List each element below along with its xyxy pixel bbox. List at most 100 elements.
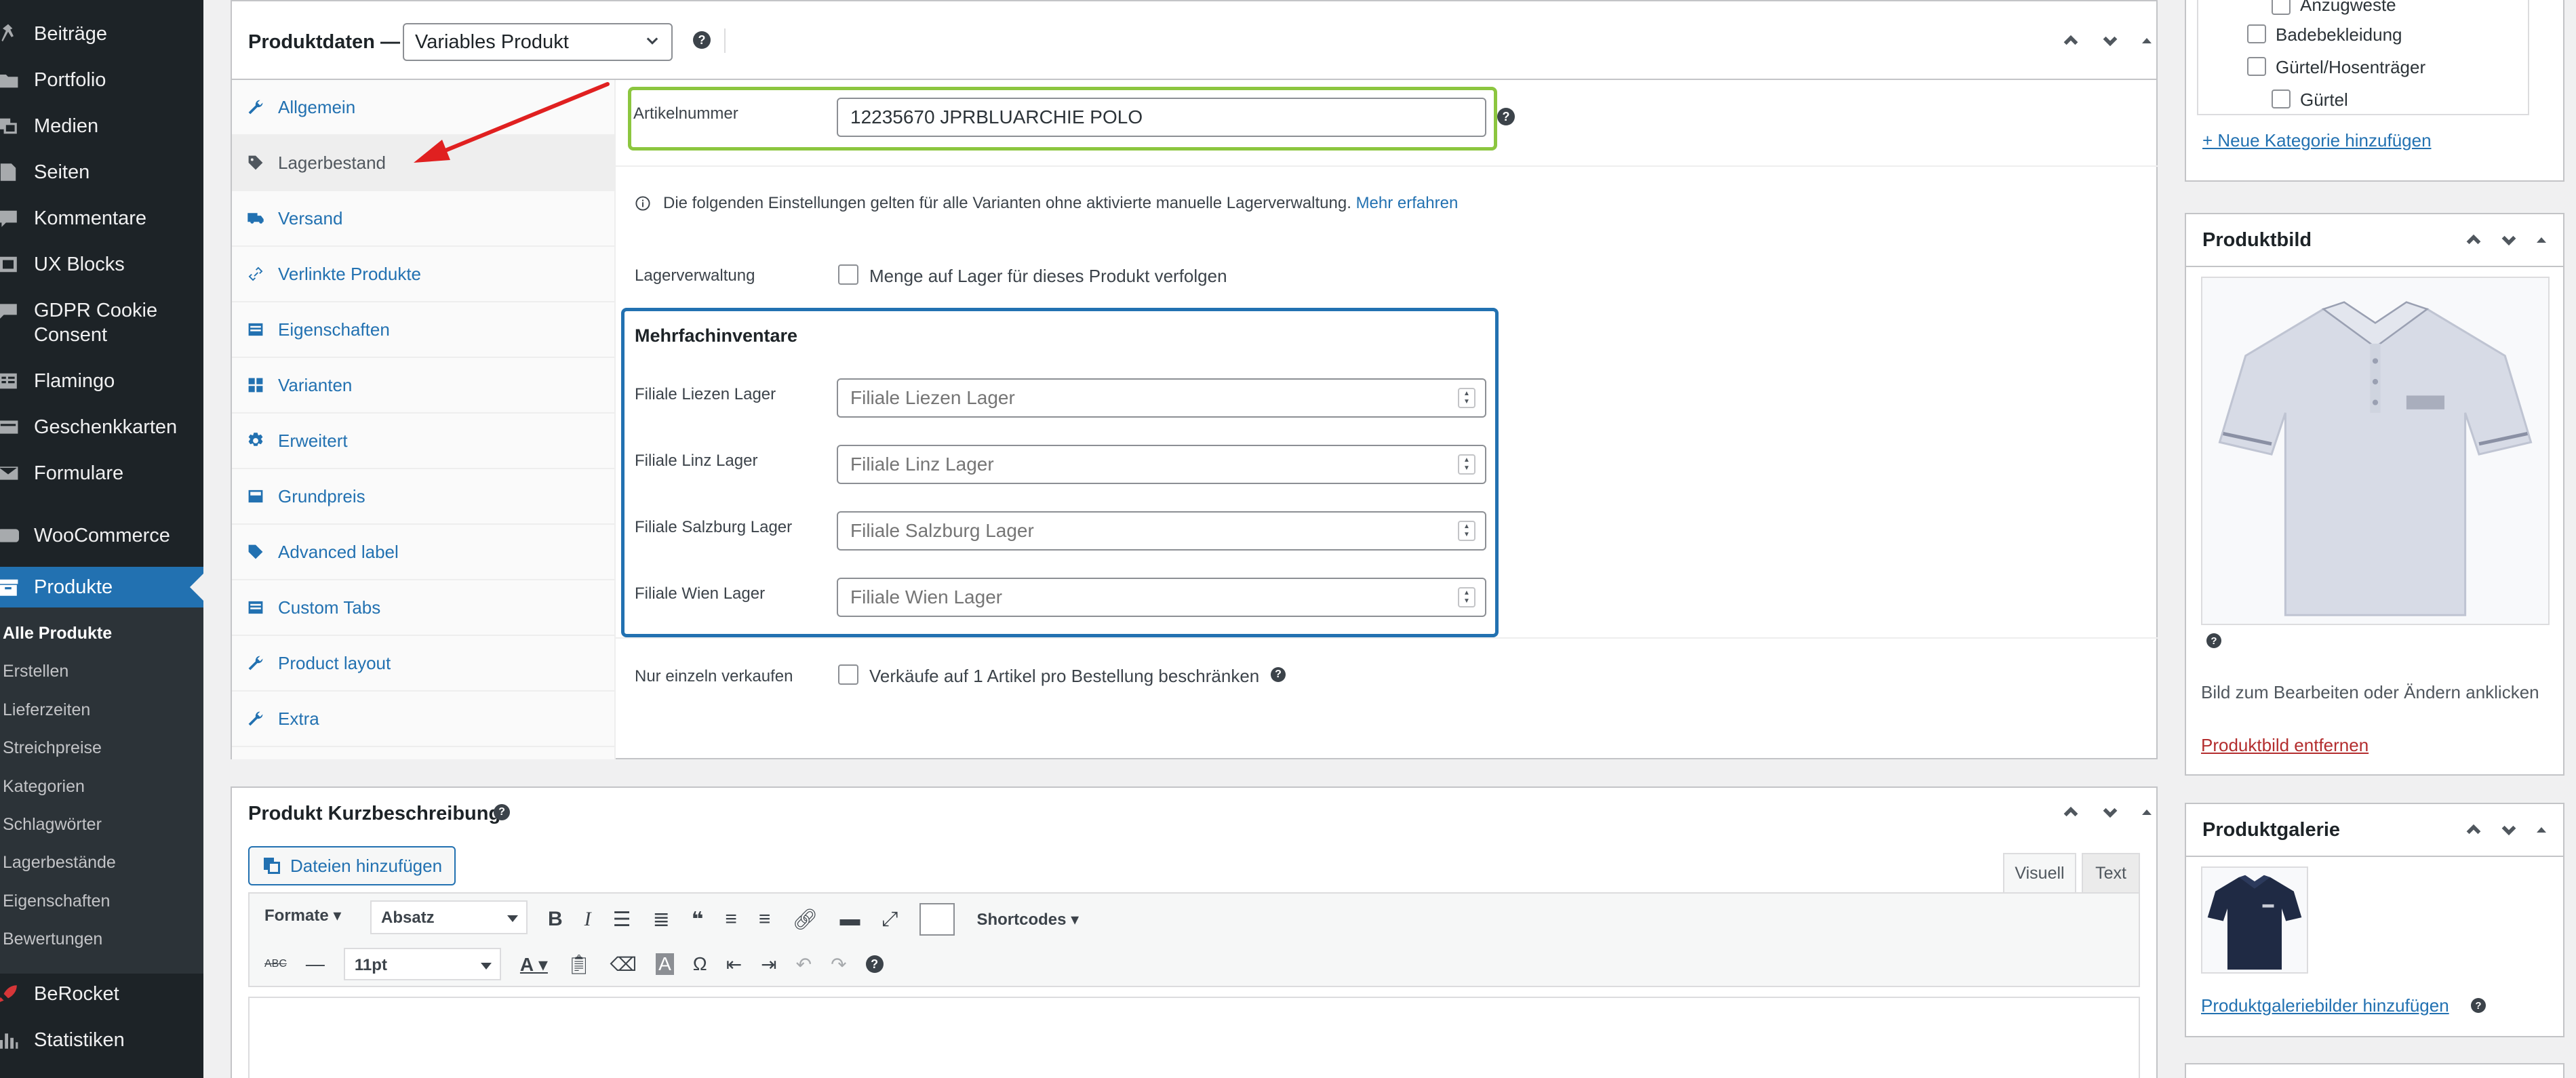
menu-item-portfolio[interactable]: Portfolio bbox=[0, 68, 203, 92]
background-color-icon[interactable]: A bbox=[656, 953, 674, 975]
collapse-toggle-icon[interactable] bbox=[2535, 823, 2548, 837]
add-category-link[interactable]: + Neue Kategorie hinzufügen bbox=[2202, 130, 2432, 151]
link-icon[interactable]: 🔗︎ bbox=[792, 908, 818, 932]
tab-extra[interactable]: Extra bbox=[232, 692, 614, 747]
submenu-item-schlagwoerter[interactable]: Schlagwörter bbox=[3, 815, 102, 835]
formats-dropdown[interactable]: Formate ▾ bbox=[264, 906, 341, 925]
indent-icon[interactable]: ⇥ bbox=[761, 953, 776, 976]
inventory-input-linz[interactable]: Filiale Linz Lager ▲ ▼ bbox=[837, 445, 1486, 484]
menu-item-gdpr-cookie[interactable]: GDPR Cookie Consent bbox=[0, 298, 203, 347]
menu-item-medien[interactable]: Medien bbox=[0, 114, 203, 138]
clear-formatting-icon[interactable]: ⌫ bbox=[610, 953, 637, 976]
submenu-item-streichpreise[interactable]: Streichpreise bbox=[3, 738, 102, 758]
menu-item-kommentare[interactable]: Kommentare bbox=[0, 206, 203, 231]
horizontal-rule-icon[interactable]: — bbox=[306, 953, 325, 975]
info-link[interactable]: Mehr erfahren bbox=[1356, 194, 1459, 212]
menu-item-flamingo[interactable]: Flamingo bbox=[0, 369, 203, 393]
collapse-toggle-icon[interactable] bbox=[2140, 34, 2154, 47]
chevron-down-icon[interactable] bbox=[2101, 31, 2120, 50]
tab-product-layout[interactable]: Product layout bbox=[232, 636, 614, 692]
read-more-icon[interactable]: ▬ bbox=[839, 908, 860, 931]
chevron-down-icon[interactable] bbox=[2101, 803, 2120, 822]
outdent-icon[interactable]: ⇤ bbox=[726, 953, 742, 976]
chevron-down-icon[interactable] bbox=[2499, 231, 2518, 249]
menu-item-formulare[interactable]: Formulare bbox=[0, 461, 203, 485]
collapse-toggle-icon[interactable] bbox=[2140, 805, 2154, 819]
color-box[interactable] bbox=[919, 903, 955, 936]
bullet-list-icon[interactable]: ☰ bbox=[613, 908, 631, 932]
menu-item-geschenkkarten[interactable]: Geschenkkarten bbox=[0, 415, 203, 439]
chevron-down-icon[interactable] bbox=[2499, 820, 2518, 839]
remove-product-image-link[interactable]: Produktbild entfernen bbox=[2201, 735, 2369, 756]
tab-advanced-label[interactable]: Advanced label bbox=[232, 525, 614, 580]
gallery-image[interactable] bbox=[2201, 866, 2308, 974]
product-type-select[interactable]: Variables Produkt bbox=[403, 23, 673, 61]
stock-management-checkbox[interactable] bbox=[838, 264, 858, 285]
menu-item-produkte[interactable]: Produkte bbox=[0, 567, 203, 607]
blockquote-icon[interactable]: ❝ bbox=[692, 908, 704, 932]
submenu-item-bewertungen[interactable]: Bewertungen bbox=[3, 930, 102, 949]
tab-eigenschaften[interactable]: Eigenschaften bbox=[232, 302, 614, 358]
category-checkbox[interactable] bbox=[2247, 57, 2266, 76]
help-icon[interactable]: ? bbox=[865, 955, 884, 973]
chevron-up-icon[interactable] bbox=[2464, 820, 2483, 839]
sold-individually-checkbox[interactable] bbox=[838, 664, 858, 685]
align-center-icon[interactable]: ≡ bbox=[759, 908, 771, 931]
chevron-up-icon[interactable] bbox=[2464, 231, 2483, 249]
menu-item-beitraege[interactable]: Beiträge bbox=[0, 22, 203, 46]
submenu-item-alle-produkte[interactable]: Alle Produkte bbox=[3, 624, 112, 643]
menu-item-seiten[interactable]: Seiten bbox=[0, 160, 203, 184]
bold-icon[interactable]: B bbox=[548, 908, 563, 931]
category-checkbox[interactable] bbox=[2272, 0, 2291, 15]
tab-custom-tabs[interactable]: Custom Tabs bbox=[232, 580, 614, 636]
help-icon[interactable]: ? bbox=[2471, 998, 2486, 1013]
menu-item-ux-blocks[interactable]: UX Blocks bbox=[0, 252, 203, 277]
chevron-up-icon[interactable] bbox=[2061, 803, 2080, 822]
number-spinner[interactable]: ▲ ▼ bbox=[1458, 587, 1475, 607]
redo-icon[interactable]: ↷ bbox=[831, 953, 846, 976]
add-gallery-images-link[interactable]: Produktgaleriebilder hinzufügen bbox=[2201, 995, 2449, 1016]
paste-text-icon[interactable]: 📋︎ bbox=[567, 953, 591, 976]
tab-visual[interactable]: Visuell bbox=[2003, 853, 2076, 892]
fullscreen-icon[interactable]: ⤢ bbox=[881, 908, 898, 931]
inventory-input-salzburg[interactable]: Filiale Salzburg Lager ▲ ▼ bbox=[837, 511, 1486, 551]
submenu-item-kategorien[interactable]: Kategorien bbox=[3, 777, 85, 797]
tab-lagerbestand[interactable]: Lagerbestand bbox=[232, 136, 614, 191]
sku-input[interactable]: 12235670 JPRBLUARCHIE POLO bbox=[837, 98, 1486, 137]
submenu-item-lagerbestaende[interactable]: Lagerbestände bbox=[3, 853, 116, 873]
submenu-item-lieferzeiten[interactable]: Lieferzeiten bbox=[3, 700, 90, 720]
category-checkbox[interactable] bbox=[2247, 24, 2266, 43]
numbered-list-icon[interactable]: ≣ bbox=[653, 908, 670, 932]
menu-item-statistiken[interactable]: Statistiken bbox=[0, 1028, 203, 1052]
paragraph-dropdown[interactable]: Absatz bbox=[370, 900, 528, 934]
text-color-icon[interactable]: A ▾ bbox=[520, 953, 548, 976]
tab-grundpreis[interactable]: Grundpreis bbox=[232, 469, 614, 525]
undo-icon[interactable]: ↶ bbox=[796, 953, 812, 976]
inventory-input-liezen[interactable]: Filiale Liezen Lager ▲ ▼ bbox=[837, 378, 1486, 418]
shortcodes-dropdown[interactable]: Shortcodes ▾ bbox=[976, 910, 1079, 930]
submenu-item-erstellen[interactable]: Erstellen bbox=[3, 662, 68, 681]
number-spinner[interactable]: ▲ ▼ bbox=[1458, 454, 1475, 475]
help-icon[interactable]: ? bbox=[2206, 633, 2221, 648]
tab-allgemein[interactable]: Allgemein bbox=[232, 80, 614, 136]
number-spinner[interactable]: ▲ ▼ bbox=[1458, 388, 1475, 408]
italic-icon[interactable]: I bbox=[584, 908, 591, 931]
tab-text[interactable]: Text bbox=[2082, 853, 2140, 892]
help-icon[interactable]: ? bbox=[693, 31, 711, 49]
align-left-icon[interactable]: ≡ bbox=[725, 908, 737, 931]
product-image[interactable] bbox=[2201, 277, 2550, 625]
help-icon[interactable]: ? bbox=[1271, 667, 1286, 682]
menu-item-woocommerce[interactable]: WooCommerce bbox=[0, 523, 203, 548]
tab-verlinkte-produkte[interactable]: Verlinkte Produkte bbox=[232, 247, 614, 302]
inventory-input-wien[interactable]: Filiale Wien Lager ▲ ▼ bbox=[837, 578, 1486, 617]
chevron-up-icon[interactable] bbox=[2061, 31, 2080, 50]
tab-varianten[interactable]: Varianten bbox=[232, 358, 614, 414]
help-icon[interactable]: ? bbox=[494, 804, 510, 820]
strikethrough-icon[interactable]: ABC bbox=[264, 958, 287, 970]
tab-erweitert[interactable]: Erweitert bbox=[232, 414, 614, 469]
tab-versand[interactable]: Versand bbox=[232, 191, 614, 247]
help-icon[interactable]: ? bbox=[1497, 108, 1515, 125]
number-spinner[interactable]: ▲ ▼ bbox=[1458, 521, 1475, 541]
font-size-dropdown[interactable]: 11pt bbox=[343, 948, 501, 980]
special-char-icon[interactable]: Ω bbox=[693, 953, 707, 975]
